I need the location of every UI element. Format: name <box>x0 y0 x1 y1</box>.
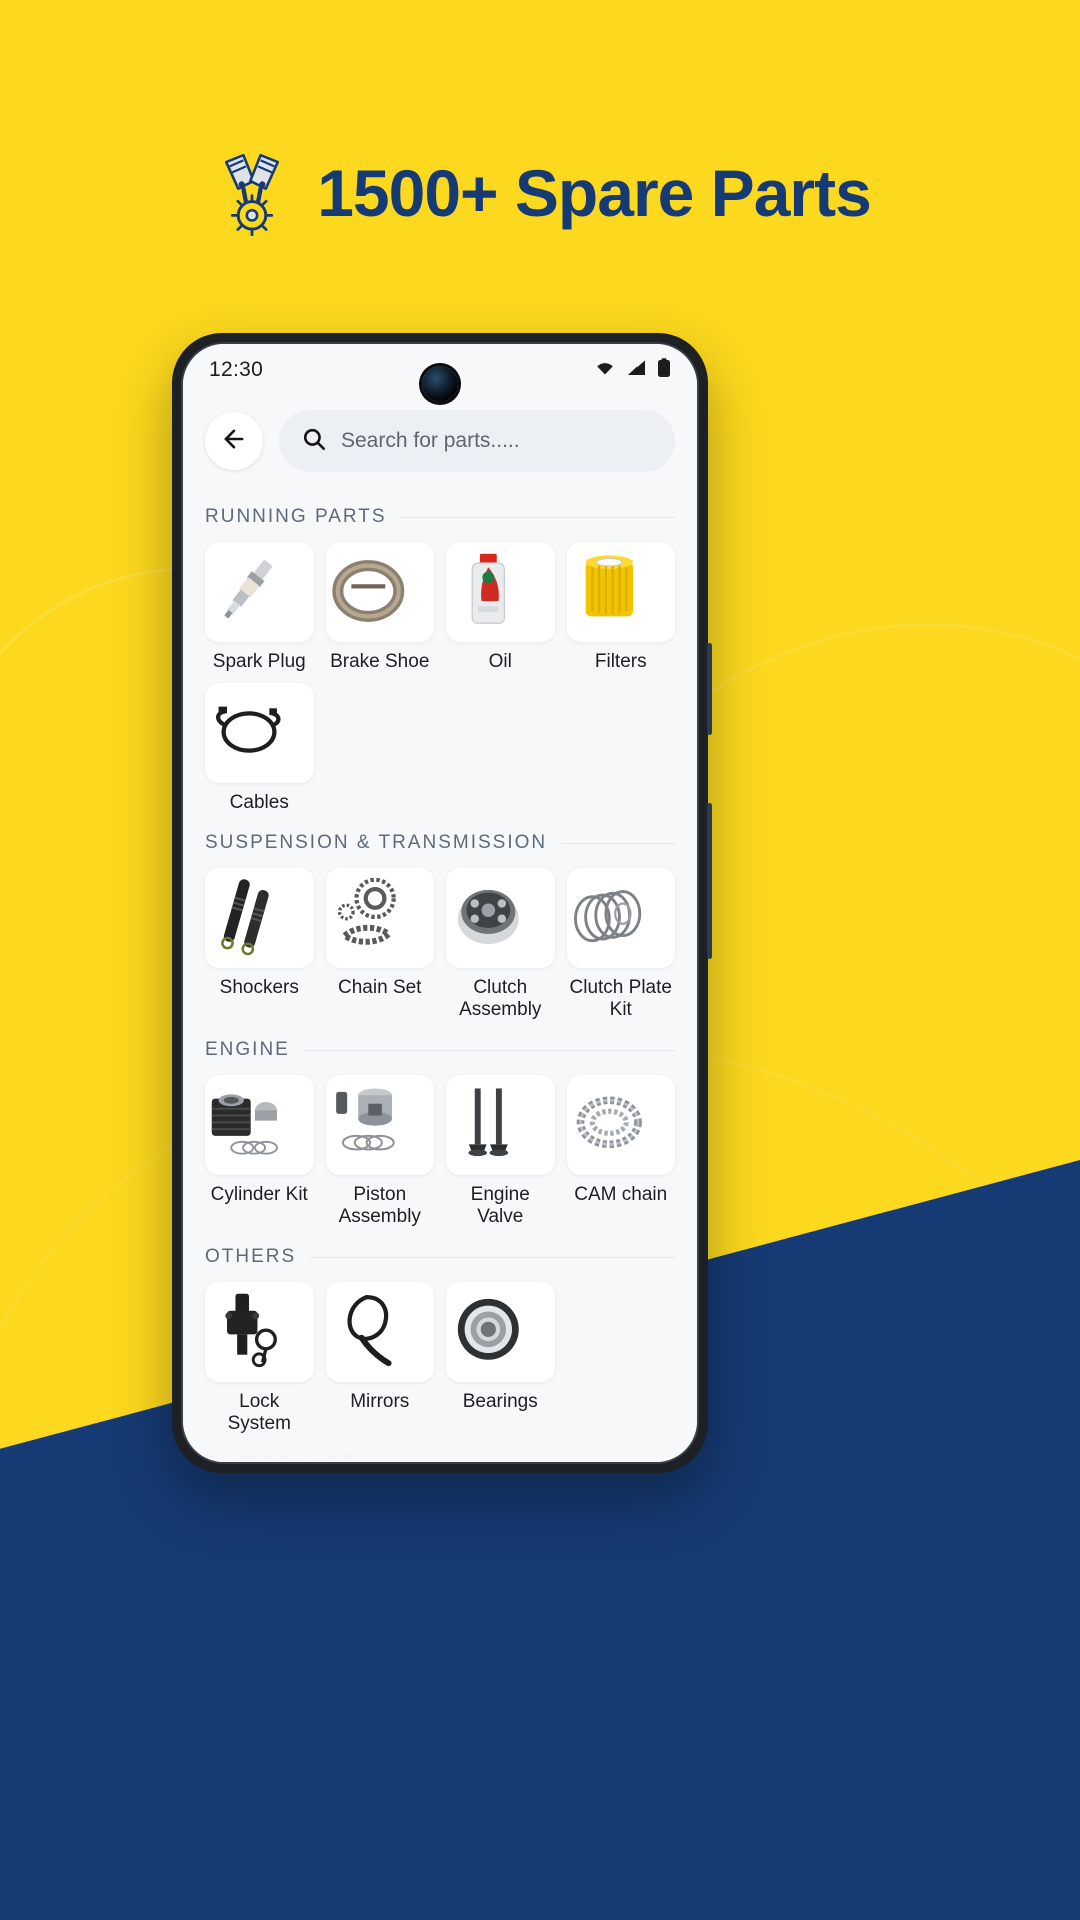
part-thumbnail <box>566 1075 676 1176</box>
part-thumbnail <box>205 1075 314 1176</box>
section-grid-suspension-transmission: Shockers Chain Set Clutch Assembly Clutc… <box>205 868 675 1021</box>
piston-icon <box>209 150 295 237</box>
part-thumbnail <box>325 542 435 642</box>
part-thumbnail <box>446 542 555 642</box>
part-item-piston-assembly[interactable]: Piston Assembly <box>325 1075 435 1228</box>
part-item-clutch-plate-kit[interactable]: Clutch Plate Kit <box>566 868 676 1021</box>
section-grid-running-parts: Spark Plug Brake Shoe Oil Filters Cables <box>205 542 675 814</box>
cam-chain-icon <box>567 1080 676 1170</box>
part-label: Mirrors <box>350 1391 410 1413</box>
part-label: Cables <box>229 792 289 814</box>
part-label: Cylinder Kit <box>210 1184 308 1206</box>
section-title: SUSPENSION & TRANSMISSION <box>205 832 548 854</box>
section-header-engine: ENGINE <box>205 1039 675 1061</box>
section-grid-engine: Cylinder Kit Piston Assembly Engine Valv… <box>205 1075 675 1228</box>
part-item-brake-shoe[interactable]: Brake Shoe <box>325 542 435 673</box>
front-camera-icon <box>422 366 458 402</box>
section-title: RUNNING PARTS <box>205 506 387 527</box>
section-rule <box>303 1049 675 1051</box>
part-thumbnail <box>325 868 435 969</box>
part-thumbnail <box>205 1282 314 1383</box>
app-bar: Search for parts..... <box>183 396 697 488</box>
part-item-filters[interactable]: Filters <box>566 542 676 673</box>
part-label: Piston Assembly <box>338 1184 421 1228</box>
search-placeholder: Search for parts..... <box>341 429 520 452</box>
part-thumbnail <box>446 1282 555 1383</box>
signal-icon <box>626 359 648 382</box>
part-thumbnail <box>205 683 314 784</box>
part-item-clutch-assembly[interactable]: Clutch Assembly <box>446 868 555 1021</box>
part-item-oil[interactable]: Oil <box>446 542 555 673</box>
part-item-bearings[interactable]: Bearings <box>446 1282 555 1435</box>
part-thumbnail <box>566 542 676 642</box>
search-icon <box>301 426 327 457</box>
part-label: Engine Valve <box>470 1184 530 1228</box>
phone-mockup: 12:30 Search for parts..... RUNNING PART… <box>172 333 712 1473</box>
part-thumbnail <box>325 1075 435 1176</box>
parts-catalog: RUNNING PARTS Spark Plug Brake Shoe Oil … <box>183 506 697 1462</box>
part-thumbnail <box>205 542 314 642</box>
piston-assembly-icon <box>326 1080 435 1170</box>
search-input[interactable]: Search for parts..... <box>279 410 675 472</box>
part-label: Oil <box>488 651 512 672</box>
oil-bottle-icon <box>446 547 555 637</box>
spark-plug-icon <box>205 547 314 637</box>
banner-headline: 1500+ Spare Parts <box>0 150 1080 237</box>
battery-icon <box>657 357 671 383</box>
part-item-lock-system[interactable]: Lock System <box>205 1282 314 1435</box>
part-thumbnail <box>446 1075 555 1176</box>
section-header-running-parts: RUNNING PARTS <box>205 506 675 528</box>
part-item-cables[interactable]: Cables <box>205 683 314 814</box>
part-label: Brake Shoe <box>330 651 430 672</box>
bearing-icon <box>446 1287 555 1377</box>
part-item-mirrors[interactable]: Mirrors <box>325 1282 435 1435</box>
app-screen: 12:30 Search for parts..... RUNNING PART… <box>183 344 697 1462</box>
headline-text: 1500+ Spare Parts <box>317 156 872 230</box>
section-grid-others: Lock System Mirrors Bearings <box>205 1282 675 1435</box>
shock-absorber-icon <box>205 873 314 963</box>
part-label: Filters <box>594 651 647 672</box>
section-header-others: OTHERS <box>205 1246 675 1268</box>
part-thumbnail <box>325 1282 435 1383</box>
cylinder-kit-icon <box>205 1080 314 1170</box>
part-label: CAM chain <box>574 1184 668 1206</box>
chain-sprocket-icon <box>326 873 435 963</box>
back-button[interactable] <box>205 412 263 470</box>
part-label: Clutch Plate Kit <box>569 977 672 1021</box>
section-title: BIKE BRANDS <box>205 1453 355 1462</box>
section-header-bike-brands: BIKE BRANDS <box>205 1453 675 1462</box>
oil-filter-icon <box>567 547 676 637</box>
clutch-assembly-icon <box>446 873 555 963</box>
part-label: Bearings <box>462 1391 538 1413</box>
part-item-engine-valve[interactable]: Engine Valve <box>446 1075 555 1228</box>
section-rule <box>561 842 675 844</box>
arrow-left-icon <box>220 425 248 458</box>
section-header-suspension-transmission: SUSPENSION & TRANSMISSION <box>205 832 675 854</box>
brake-shoe-icon <box>326 547 435 637</box>
part-item-chain-set[interactable]: Chain Set <box>325 868 435 1021</box>
part-label: Shockers <box>219 977 299 999</box>
clutch-plate-icon <box>567 873 676 963</box>
mirror-icon <box>326 1287 435 1377</box>
part-label: Lock System <box>227 1391 291 1435</box>
part-thumbnail <box>446 868 555 969</box>
part-thumbnail <box>566 868 676 969</box>
section-rule <box>400 516 675 518</box>
part-item-shockers[interactable]: Shockers <box>205 868 314 1021</box>
section-rule <box>310 1256 675 1258</box>
engine-valve-icon <box>446 1080 555 1170</box>
part-item-cylinder-kit[interactable]: Cylinder Kit <box>205 1075 314 1228</box>
section-title: OTHERS <box>205 1246 297 1268</box>
wifi-icon <box>593 359 617 382</box>
section-title: ENGINE <box>205 1039 290 1061</box>
part-label: Clutch Assembly <box>459 977 542 1021</box>
part-label: Spark Plug <box>212 651 306 672</box>
part-item-cam-chain[interactable]: CAM chain <box>566 1075 676 1228</box>
lock-system-icon <box>205 1287 314 1377</box>
status-time: 12:30 <box>209 358 264 381</box>
part-thumbnail <box>205 868 314 969</box>
part-label: Chain Set <box>338 977 422 999</box>
part-item-spark-plug[interactable]: Spark Plug <box>205 542 314 673</box>
cable-icon <box>205 688 314 778</box>
